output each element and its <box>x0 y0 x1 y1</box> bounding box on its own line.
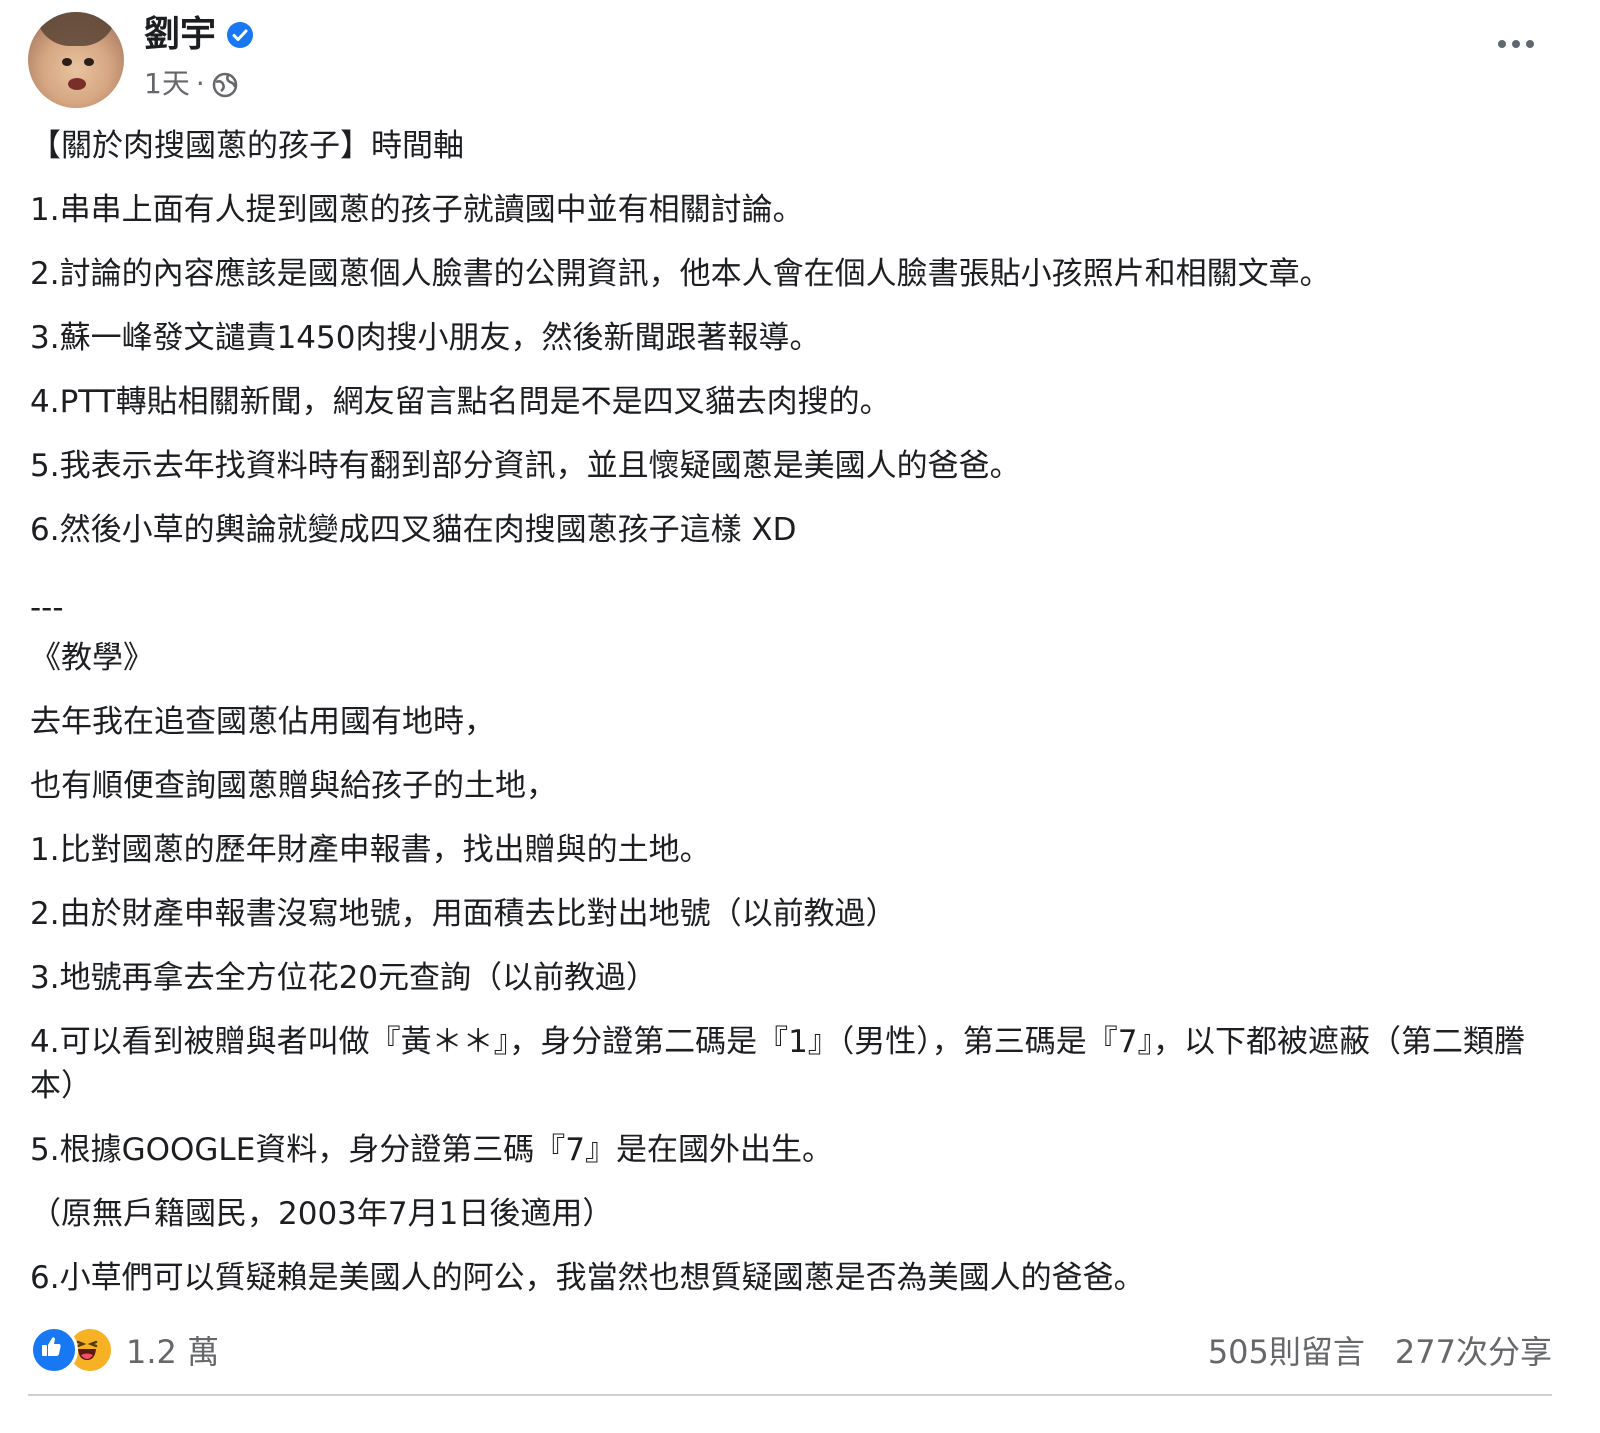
more-options-icon[interactable] <box>1498 40 1534 48</box>
post-line: 3.地號再拿去全方位花20元查詢（以前教過） <box>30 960 658 996</box>
author-name[interactable]: 劉宇 <box>144 14 216 56</box>
post-line: 6.小草們可以質疑賴是美國人的阿公，我當然也想質疑國蔥是否為美國人的爸爸。 <box>30 1260 1145 1296</box>
comments-count[interactable]: 505則留言 <box>1208 1327 1365 1373</box>
reaction-count[interactable]: 1.2 萬 <box>126 1327 219 1373</box>
post-title: 【關於肉搜國蔥的孩子】時間軸 <box>30 128 464 164</box>
verified-icon <box>226 21 254 49</box>
post-line: 5.根據GOOGLE資料，身分證第三碼『7』是在國外出生。 <box>30 1132 834 1168</box>
post-line: 1.比對國蔥的歷年財產申報書，找出贈與的土地。 <box>30 832 711 868</box>
reactions[interactable]: 1.2 萬 <box>30 1326 219 1374</box>
avatar-eye-right <box>84 58 94 66</box>
post-line: 4.可以看到被贈與者叫做『黃＊＊』，身分證第二碼是『1』（男性），第三碼是『7』… <box>30 1024 1526 1104</box>
post-line: 5.我表示去年找資料時有翻到部分資訊，並且懷疑國蔥是美國人的爸爸。 <box>30 448 1021 484</box>
post-line: 1.串串上面有人提到國蔥的孩子就讀國中並有相關討論。 <box>30 192 804 228</box>
avatar-mouth <box>68 78 86 90</box>
engagement-stats: 505則留言 277次分享 <box>1208 1327 1552 1373</box>
post-time[interactable]: 1天 <box>144 64 190 104</box>
post-line: 2.討論的內容應該是國蔥個人臉書的公開資訊，他本人會在個人臉書張貼小孩照片和相關… <box>30 256 1331 292</box>
author-row: 劉宇 <box>144 14 254 56</box>
post-line: 4.PTT轉貼相關新聞，網友留言點名問是不是四叉貓去肉搜的。 <box>30 384 891 420</box>
more-dot <box>1526 40 1534 48</box>
post-line: 《教學》 <box>30 640 154 676</box>
meta-separator: · <box>195 67 205 100</box>
post-content: 【關於肉搜國蔥的孩子】時間軸 1.串串上面有人提到國蔥的孩子就讀國中並有相關討論… <box>30 124 1550 1320</box>
post-line: （原無戶籍國民，2003年7月1日後適用） <box>30 1196 614 1232</box>
post-line: 去年我在追查國蔥佔用國有地時， <box>30 704 495 740</box>
post-line: 6.然後小草的輿論就變成四叉貓在肉搜國蔥孩子這樣 XD <box>30 512 797 548</box>
post-line: 2.由於財產申報書沒寫地號，用面積去比對出地號（以前教過） <box>30 896 897 932</box>
footer-divider <box>28 1394 1552 1396</box>
avatar-hair <box>36 12 116 46</box>
post-divider-text: --- <box>30 590 64 626</box>
facebook-post: 劉宇 1天 · 【關於肉搜國蔥的孩子】時間軸 1.串串上面有人提到國蔥的孩子就讀… <box>0 0 1600 1433</box>
globe-icon[interactable] <box>211 70 239 98</box>
post-line: 3.蘇一峰發文譴責1450肉搜小朋友，然後新聞跟著報導。 <box>30 320 821 356</box>
post-line: 也有順便查詢國蔥贈與給孩子的土地， <box>30 768 557 804</box>
post-footer: 1.2 萬 505則留言 277次分享 <box>30 1322 1552 1378</box>
avatar[interactable] <box>28 12 124 108</box>
shares-count[interactable]: 277次分享 <box>1395 1327 1552 1373</box>
post-meta: 1天 · <box>144 64 239 104</box>
more-dot <box>1512 40 1520 48</box>
avatar-eye-left <box>62 58 72 66</box>
more-dot <box>1498 40 1506 48</box>
like-icon <box>30 1326 78 1374</box>
